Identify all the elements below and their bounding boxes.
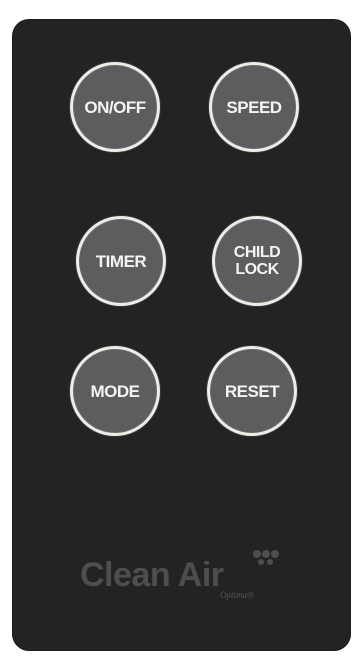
reset-button[interactable]: RESET bbox=[207, 346, 297, 436]
speed-button[interactable]: SPEED bbox=[209, 62, 299, 152]
mode-button[interactable]: MODE bbox=[70, 346, 160, 436]
logo-sub-text: Optima® bbox=[220, 590, 254, 600]
timer-button[interactable]: TIMER bbox=[76, 216, 166, 306]
logo-dots-icon bbox=[253, 550, 279, 565]
clean-air-logo: Clean Air Optima® bbox=[80, 548, 300, 608]
child-lock-button[interactable]: CHILD LOCK bbox=[212, 216, 302, 306]
on-off-button[interactable]: ON/OFF bbox=[70, 62, 160, 152]
logo-brand-text: Clean Air bbox=[80, 556, 224, 594]
